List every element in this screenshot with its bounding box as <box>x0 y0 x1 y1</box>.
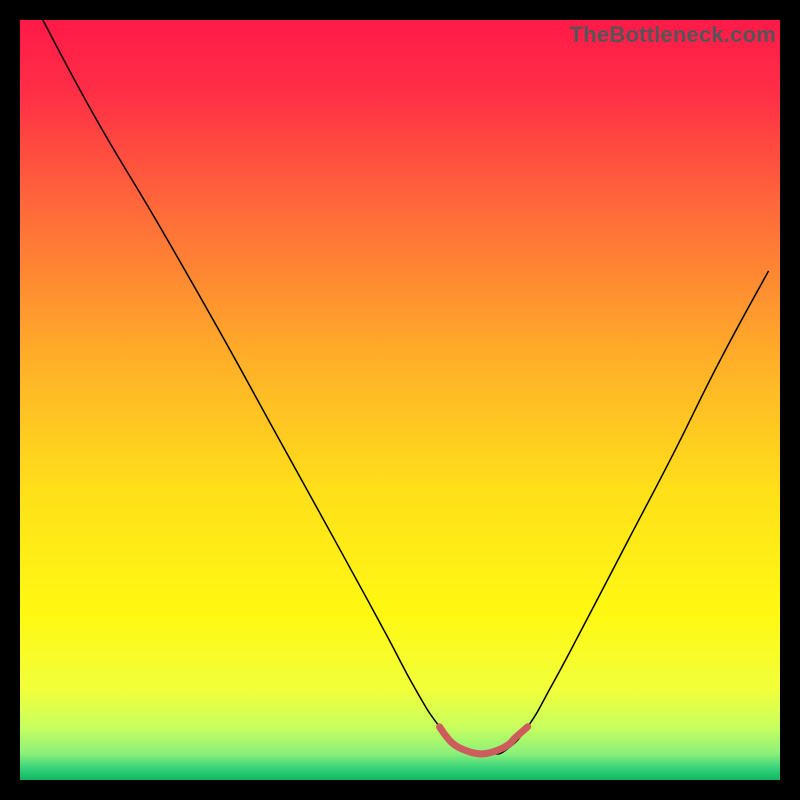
zero-band-marker <box>440 727 528 754</box>
chart-frame: TheBottleneck.com <box>0 0 800 800</box>
bottleneck-curve <box>43 20 769 755</box>
curve-layer <box>20 20 780 780</box>
watermark-text: TheBottleneck.com <box>570 22 776 48</box>
plot-area <box>20 20 780 780</box>
